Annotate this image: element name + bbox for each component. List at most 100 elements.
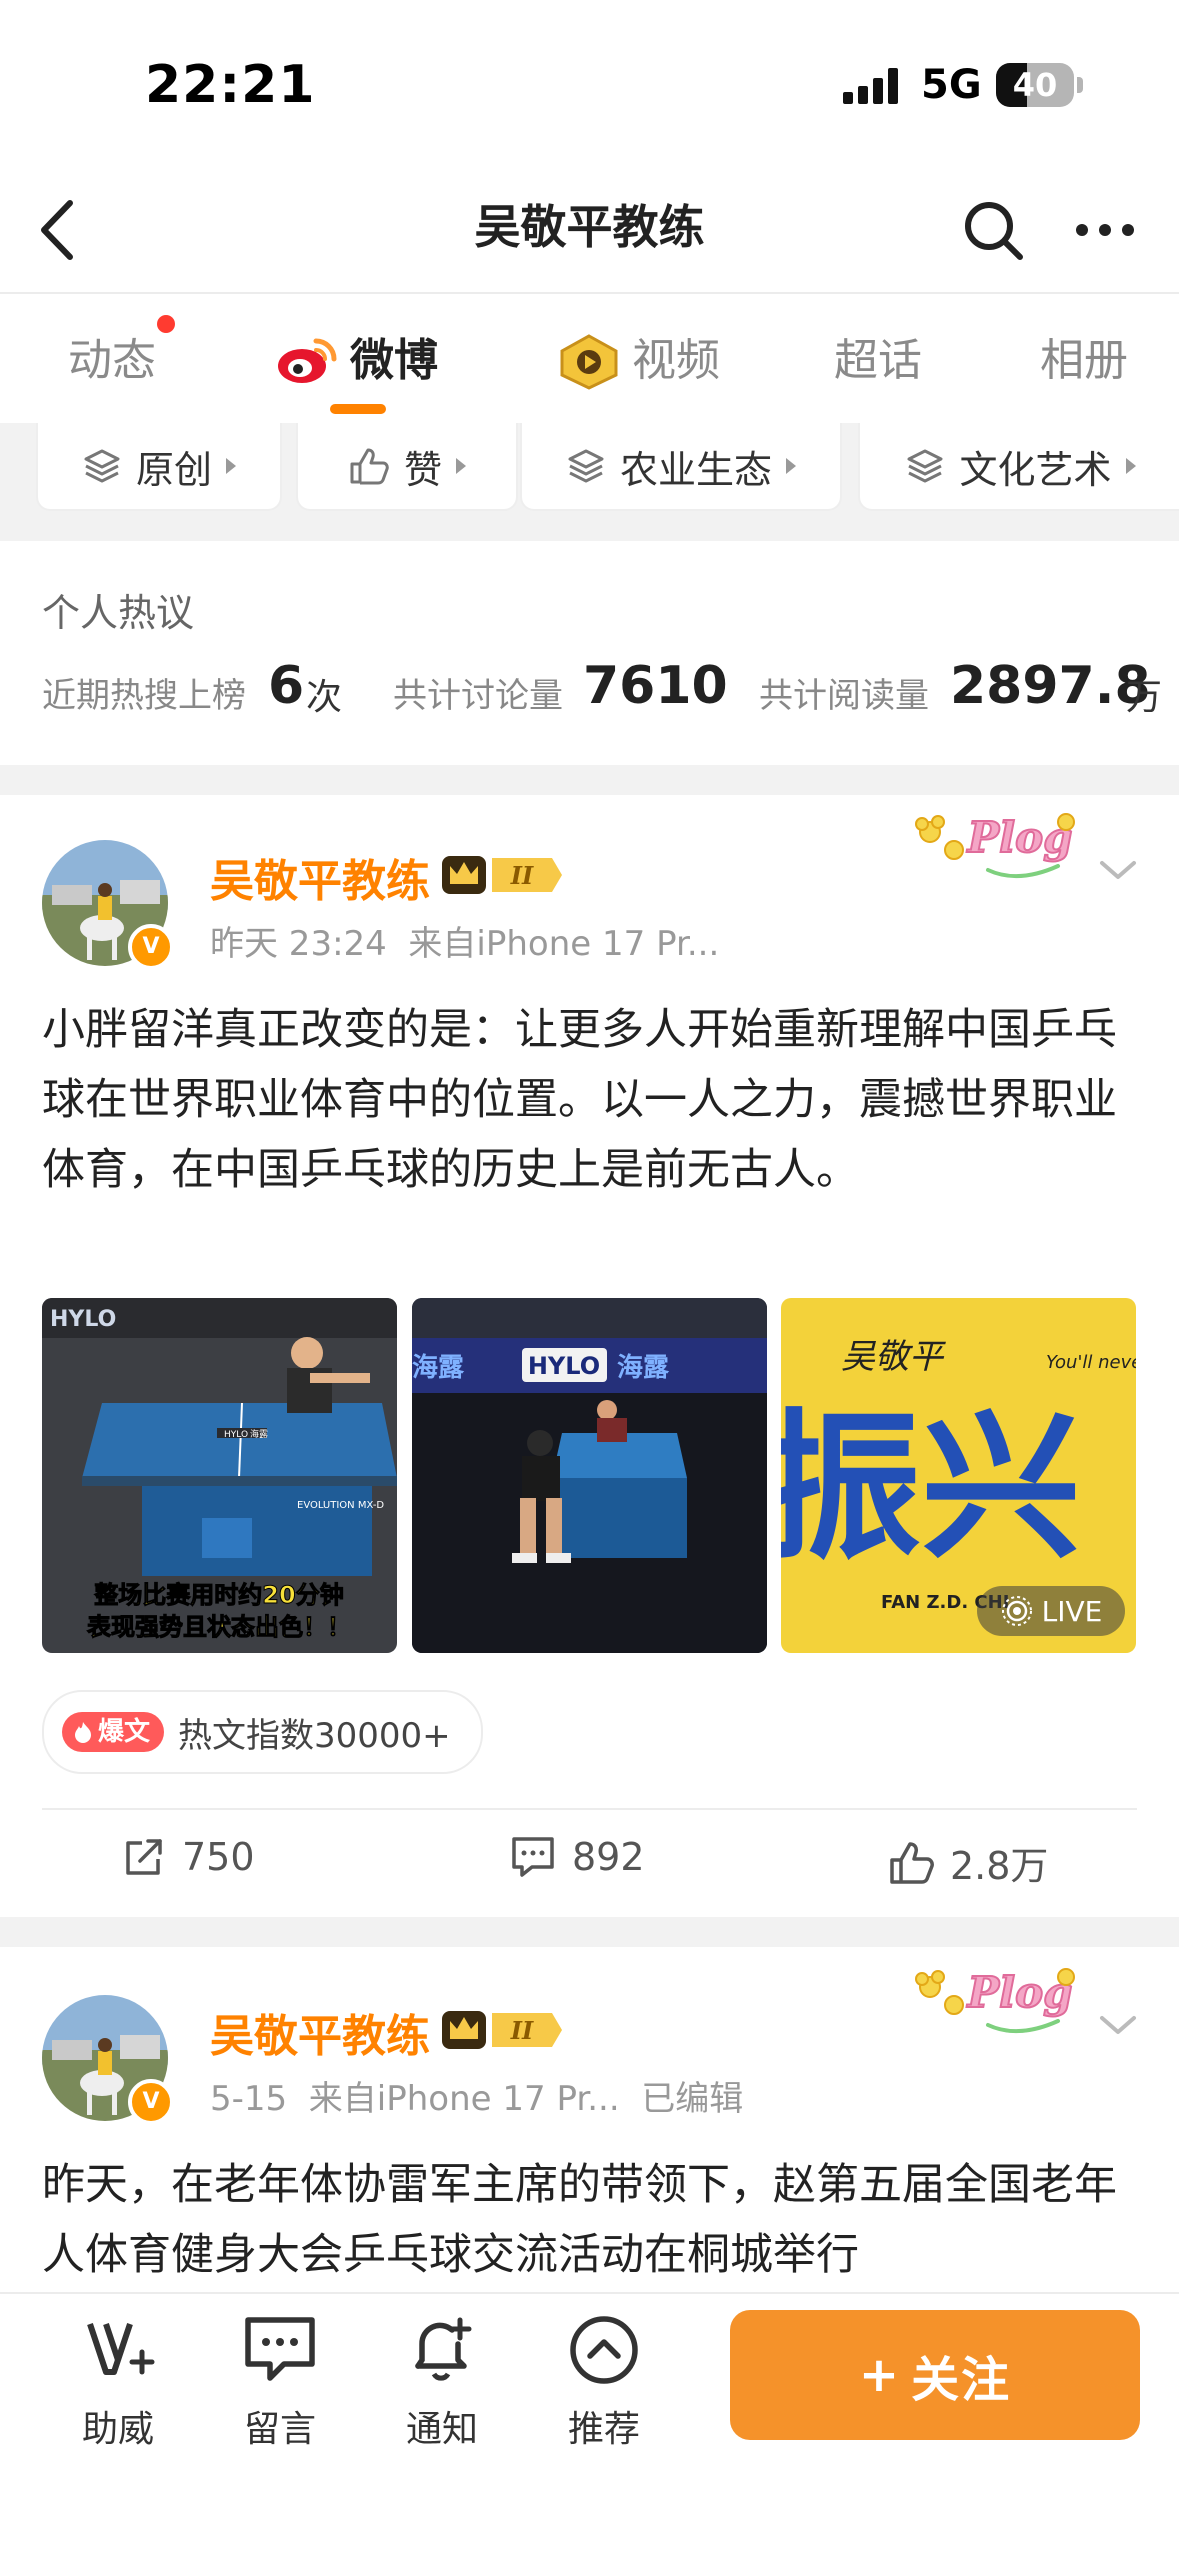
section-divider	[0, 765, 1179, 795]
chevron-down-icon[interactable]	[1098, 855, 1138, 885]
thumbs-up-icon	[350, 448, 389, 485]
post-source: 来自iPhone 17 Pr...	[408, 924, 720, 964]
battery-icon: 40	[996, 63, 1074, 107]
filter-chip-likes[interactable]: 赞	[296, 423, 518, 511]
filter-chip-original[interactable]: 原创	[36, 423, 282, 511]
plog-text: Plog	[967, 1968, 1073, 2017]
svg-text:海露: 海露	[412, 1353, 465, 1383]
hot-index-label: 热文指数30000+	[178, 1715, 451, 1756]
like-count: 2.8万	[950, 1844, 1049, 1888]
notify-label: 通知	[405, 2409, 478, 2450]
battery-percent: 40	[1012, 66, 1058, 104]
follow-button[interactable]: + 关注	[730, 2310, 1140, 2440]
filter-chip-agriculture[interactable]: 农业生态	[520, 423, 842, 511]
plog-text: Plog	[967, 813, 1073, 862]
active-tab-indicator	[330, 404, 386, 414]
post-image-3[interactable]: 吴敬平 You'll never 振兴 FAN Z.D. CHI LIVE	[781, 1298, 1136, 1653]
video-icon	[560, 334, 618, 390]
comment-button[interactable]: 892	[510, 1835, 645, 1879]
post-image-1[interactable]: HYLO HYLO 海露 EVOLUTION MX-D 整场比赛用时约20分钟 …	[42, 1298, 397, 1653]
post-image-2[interactable]: 海露 HYLO 海露	[412, 1298, 767, 1653]
trending-value: 6	[268, 656, 305, 716]
bell-plus-icon	[415, 2317, 472, 2381]
comment-icon	[512, 1837, 554, 1877]
recommend-up-icon	[570, 2316, 638, 2384]
image-caption: 整场比赛用时约20分钟	[94, 1581, 343, 1609]
post-meta: 5-15 来自iPhone 17 Pr... 已编辑	[210, 2071, 743, 2120]
svg-text:You'll never: You'll never	[1046, 1352, 1136, 1373]
svg-text:EVOLUTION MX-D: EVOLUTION MX-D	[297, 1500, 384, 1511]
live-label: LIVE	[1041, 1594, 1103, 1628]
tab-video[interactable]: 视频	[632, 333, 720, 389]
verified-badge-icon: V	[128, 924, 174, 970]
recommend-button[interactable]: 推荐	[544, 2310, 664, 2452]
layers-icon	[84, 449, 120, 483]
tab-album[interactable]: 相册	[1040, 333, 1128, 389]
network-type: 5G	[921, 62, 982, 108]
more-icon[interactable]	[1070, 195, 1140, 265]
filter-chip-label: 农业生态	[619, 447, 772, 492]
live-photo-badge: LIVE	[977, 1586, 1125, 1636]
repost-count: 750	[182, 1835, 255, 1879]
battery-nub	[1077, 77, 1083, 93]
caret-right-icon	[786, 458, 796, 474]
nav-divider	[0, 292, 1179, 294]
section-divider	[0, 1917, 1179, 1947]
post-time: 5-15	[210, 2079, 288, 2119]
svg-text:HYLO: HYLO	[528, 1352, 600, 1380]
trending-unit: 次	[306, 677, 343, 718]
filter-chip-label: 原创	[135, 447, 212, 492]
hot-article-badge[interactable]: 爆文 热文指数30000+	[42, 1690, 483, 1774]
post-time: 昨天 23:24	[210, 924, 387, 964]
notify-button[interactable]: 通知	[382, 2310, 502, 2452]
tab-dynamics[interactable]: 动态	[68, 333, 156, 389]
badge-level: II	[510, 861, 534, 890]
layers-icon	[907, 449, 943, 483]
bao-tag: 爆文	[62, 1712, 165, 1752]
svg-text:海露: 海露	[617, 1353, 670, 1383]
plog-badge: Plog	[915, 812, 1075, 879]
tab-weibo[interactable]: 微博	[350, 333, 438, 389]
member-crown-badge-icon[interactable]: II	[440, 2007, 562, 2053]
post-source: 来自iPhone 17 Pr...	[308, 2079, 620, 2119]
caret-right-icon	[226, 458, 236, 474]
chevron-down-icon[interactable]	[1098, 2010, 1138, 2040]
tab-super-topic[interactable]: 超话	[834, 333, 922, 389]
back-arrow-icon[interactable]	[30, 195, 90, 265]
status-time: 22:21	[145, 55, 316, 115]
cheer-button[interactable]: 助威	[58, 2310, 178, 2452]
message-label: 留言	[243, 2409, 316, 2450]
cheer-label: 助威	[81, 2409, 154, 2450]
plus-icon: +	[858, 2347, 902, 2403]
author-name[interactable]: 吴敬平教练	[210, 2000, 430, 2064]
svg-text:海露: 海露	[250, 1428, 268, 1440]
filter-chip-culture[interactable]: 文化艺术	[858, 423, 1179, 511]
message-button[interactable]: 留言	[220, 2310, 340, 2452]
trending-label: 近期热搜上榜	[42, 676, 246, 716]
post-text: 昨天，在老年体协雷军主席的带领下，赵第五届全国老年人体育健身大会乒乓球交流活动在…	[42, 2160, 1117, 2280]
tab-notification-dot	[157, 315, 175, 333]
svg-text:HYLO: HYLO	[50, 1307, 116, 1332]
comment-count: 892	[572, 1835, 645, 1879]
discuss-value: 7610	[583, 656, 728, 716]
post-text: 小胖留洋真正改变的是：让更多人开始重新理解中国乒乓球在世界职业体育中的位置。以一…	[42, 1005, 1117, 1195]
verified-badge-icon: V	[128, 2079, 174, 2125]
signal-icon	[843, 68, 898, 104]
search-icon[interactable]	[958, 195, 1028, 265]
filter-chip-label: 文化艺术	[959, 447, 1112, 492]
follow-label: 关注	[911, 2352, 1012, 2408]
like-button[interactable]: 2.8万	[888, 1835, 1048, 1890]
image-caption: 表现强势且状态出色！！	[87, 1613, 351, 1641]
post-meta: 昨天 23:24 来自iPhone 17 Pr...	[210, 916, 719, 965]
plog-badge: Plog	[915, 1967, 1075, 2034]
author-name[interactable]: 吴敬平教练	[210, 845, 430, 909]
live-icon	[1001, 1596, 1032, 1626]
read-value: 2897.8	[950, 656, 1151, 716]
layers-icon	[568, 449, 604, 483]
image-signature: 吴敬平	[841, 1337, 946, 1377]
message-icon	[245, 2317, 315, 2381]
member-crown-badge-icon[interactable]: II	[440, 852, 562, 898]
filter-chip-label: 赞	[403, 447, 442, 492]
recommend-label: 推荐	[567, 2409, 640, 2450]
repost-button[interactable]: 750	[122, 1835, 255, 1879]
